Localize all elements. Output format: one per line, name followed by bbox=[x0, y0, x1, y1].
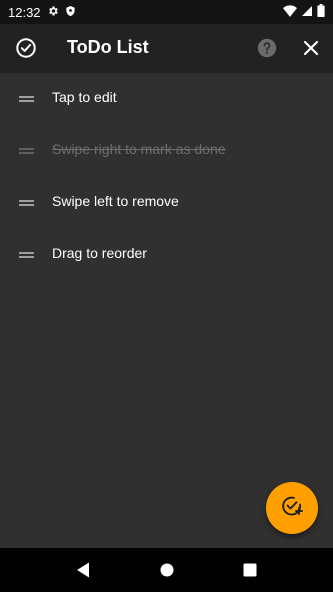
signal-icon bbox=[301, 5, 313, 20]
todo-text[interactable]: Drag to reorder bbox=[52, 245, 147, 261]
check-circle-icon[interactable] bbox=[14, 36, 38, 60]
todo-list: Tap to edit Swipe right to mark as done … bbox=[0, 73, 333, 281]
todo-item[interactable]: Swipe right to mark as done bbox=[0, 125, 333, 177]
close-icon[interactable] bbox=[300, 37, 322, 59]
todo-item[interactable]: Swipe left to remove bbox=[0, 177, 333, 229]
battery-icon bbox=[317, 4, 325, 20]
drag-handle-icon[interactable] bbox=[19, 200, 34, 206]
todo-item[interactable]: Drag to reorder bbox=[0, 229, 333, 281]
status-right bbox=[283, 4, 325, 20]
add-task-button[interactable] bbox=[266, 482, 318, 534]
system-nav-bar bbox=[0, 548, 333, 592]
back-icon[interactable] bbox=[75, 561, 91, 584]
status-left: 12:32 bbox=[8, 5, 76, 20]
todo-text[interactable]: Swipe left to remove bbox=[52, 193, 179, 209]
settings-icon bbox=[47, 5, 59, 20]
todo-item[interactable]: Tap to edit bbox=[0, 73, 333, 125]
status-time: 12:32 bbox=[8, 4, 41, 20]
recents-icon[interactable] bbox=[242, 561, 258, 584]
drag-handle-icon[interactable] bbox=[19, 148, 34, 154]
app-bar: ToDo List bbox=[0, 24, 333, 73]
page-title: ToDo List bbox=[67, 37, 149, 57]
todo-text[interactable]: Tap to edit bbox=[52, 89, 117, 105]
wifi-icon bbox=[283, 4, 297, 20]
add-task-icon bbox=[280, 494, 304, 523]
drag-handle-icon[interactable] bbox=[19, 96, 34, 102]
todo-text[interactable]: Swipe right to mark as done bbox=[52, 141, 226, 157]
shield-icon bbox=[65, 5, 76, 20]
help-icon[interactable] bbox=[256, 37, 278, 59]
status-bar: 12:32 bbox=[0, 0, 333, 24]
home-icon[interactable] bbox=[159, 561, 175, 584]
drag-handle-icon[interactable] bbox=[19, 252, 34, 258]
